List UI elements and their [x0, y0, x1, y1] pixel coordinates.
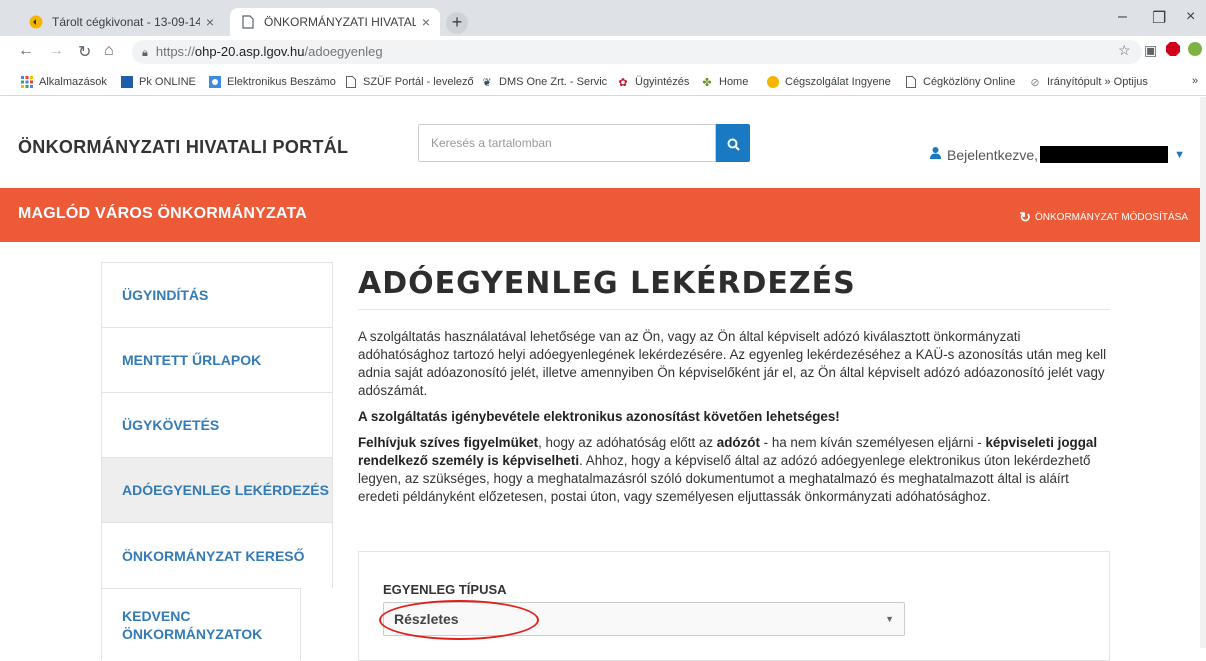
bookmark-item[interactable]: Alkalmazások: [20, 75, 107, 89]
tab-title: Tárolt cégkivonat - 13-09-141933: [52, 15, 200, 29]
municipality-bar: MAGLÓD VÁROS ÖNKORMÁNYZATA ↻ ÖNKORMÁNYZA…: [0, 188, 1206, 242]
lock-icon: 🔒︎: [142, 47, 148, 59]
page-title: ADÓEGYENLEG LEKÉRDEZÉS: [358, 266, 1110, 310]
search-button[interactable]: [716, 124, 750, 162]
search-icon: [727, 138, 740, 151]
modify-municipality-link[interactable]: ↻ ÖNKORMÁNYZAT MÓDOSÍTÁSA: [1019, 209, 1188, 226]
minimize-icon[interactable]: –: [1118, 8, 1127, 26]
window-close-icon[interactable]: ×: [1186, 8, 1195, 26]
main-content: ADÓEGYENLEG LEKÉRDEZÉS A szolgáltatás ha…: [358, 262, 1110, 506]
balance-type-label: EGYENLEG TÍPUSA: [383, 582, 507, 597]
chevron-down-icon[interactable]: ▼: [1174, 149, 1185, 161]
browser-tab-1[interactable]: Tárolt cégkivonat - 13-09-141933 ×: [18, 8, 224, 36]
bookmark-item[interactable]: ✤ Home: [700, 75, 748, 89]
page-scrollbar[interactable]: [1200, 97, 1206, 648]
bookmarks-bar: Alkalmazások Pk ONLINE Elektronikus Besz…: [0, 68, 1206, 96]
bookmark-item[interactable]: ✿ Ügyintézés: [616, 75, 689, 89]
refresh-icon: ↻: [1019, 209, 1032, 225]
extension-icon[interactable]: ▣: [1144, 42, 1157, 59]
close-icon[interactable]: ×: [422, 14, 430, 30]
bookmark-item[interactable]: Elektronikus Beszámo: [208, 75, 336, 89]
sidebar-item-mentett-urlapok[interactable]: MENTETT ŰRLAPOK: [101, 327, 333, 392]
home-icon[interactable]: ⌂: [104, 42, 114, 60]
sidebar-item-ugykovetes[interactable]: ÜGYKÖVETÉS: [101, 392, 333, 457]
page-icon: [904, 75, 918, 89]
ceg-icon: [766, 75, 780, 89]
sidebar-nav: ÜGYINDÍTÁS MENTETT ŰRLAPOK ÜGYKÖVETÉS AD…: [101, 262, 333, 660]
search-input[interactable]: Keresés a tartalomban: [418, 124, 716, 162]
logged-in-label: Bejelentkezve,: [947, 146, 1039, 163]
balance-query-form: EGYENLEG TÍPUSA Részletes ▼: [358, 551, 1110, 661]
attention-paragraph: Felhívjuk szíves figyelmüket, hogy az ad…: [358, 435, 1098, 504]
browser-tabstrip: Tárolt cégkivonat - 13-09-141933 × ÖNKOR…: [0, 0, 1206, 36]
opti-icon: ⊘: [1030, 76, 1040, 89]
browser-toolbar: ← → ↻ ⌂ 🔒︎ https://ohp-20.asp.lgov.hu/ado…: [0, 36, 1206, 68]
adblock-icon[interactable]: [1166, 42, 1180, 59]
more-bookmarks-icon[interactable]: »: [1192, 75, 1198, 87]
sidebar-item-kedvenc-onkormanyzatok[interactable]: KEDVENC ÖNKORMÁNYZATOK: [101, 588, 301, 660]
sidebar-item-ugyinditas[interactable]: ÜGYINDÍTÁS: [101, 262, 333, 327]
tab-title: ÖNKORMÁNYZATI HIVATALI POR: [264, 15, 416, 29]
sidebar-item-adoegyenleg[interactable]: ADÓEGYENLEG LEKÉRDEZÉS: [101, 457, 333, 523]
redacted-username: [1040, 146, 1169, 163]
eb-icon: [208, 75, 222, 89]
portal-header: ÖNKORMÁNYZATI HIVATALI PORTÁL Keresés a …: [0, 97, 1206, 188]
bookmark-item[interactable]: ⊘ Irányítópult » Optijus: [1028, 75, 1148, 89]
user-menu[interactable]: Bejelentkezve, ▼: [930, 146, 1185, 163]
balance-type-value: Részletes: [394, 611, 459, 627]
restore-icon[interactable]: ❐: [1152, 8, 1166, 28]
profile-avatar-icon[interactable]: [1188, 42, 1202, 59]
cegszolgalat-favicon-icon: [28, 14, 44, 30]
close-icon[interactable]: ×: [206, 14, 214, 30]
dropdown-arrow-icon: ▼: [885, 614, 894, 624]
pk-icon: [120, 75, 134, 89]
notice-paragraph: A szolgáltatás igénybevétele elektroniku…: [358, 409, 840, 424]
address-bar[interactable]: 🔒︎ https://ohp-20.asp.lgov.hu/adoegyenleg: [132, 40, 1142, 64]
balance-type-select[interactable]: Részletes ▼: [383, 602, 905, 636]
bookmark-item[interactable]: ❦ DMS One Zrt. - Servic: [480, 75, 607, 89]
bookmark-item[interactable]: SZÜF Portál - levelező: [344, 75, 474, 89]
star-icon[interactable]: ☆: [1118, 42, 1131, 59]
municipality-name: MAGLÓD VÁROS ÖNKORMÁNYZATA: [18, 205, 308, 222]
user-icon: [930, 147, 941, 162]
intro-paragraph: A szolgáltatás használatával lehetősége …: [358, 329, 1107, 398]
back-arrow-icon[interactable]: ←: [18, 42, 34, 60]
page-icon: [344, 75, 358, 89]
new-tab-button[interactable]: +: [446, 12, 468, 34]
apps-icon: [20, 75, 34, 89]
dms-icon: ❦: [482, 76, 492, 89]
bookmark-item[interactable]: Cégközlöny Online: [904, 75, 1015, 89]
ugy-icon: ✿: [618, 76, 628, 89]
page-icon: [240, 14, 256, 30]
reload-icon[interactable]: ↻: [78, 42, 91, 62]
portal-title[interactable]: ÖNKORMÁNYZATI HIVATALI PORTÁL: [18, 137, 348, 158]
bookmark-item[interactable]: Pk ONLINE: [120, 75, 196, 89]
forward-arrow-icon[interactable]: →: [48, 42, 64, 60]
browser-tab-2[interactable]: ÖNKORMÁNYZATI HIVATALI POR ×: [230, 8, 440, 36]
home-icon: ✤: [702, 76, 712, 89]
sidebar-item-onkormanyzat-kereso[interactable]: ÖNKORMÁNYZAT KERESŐ: [101, 523, 333, 588]
bookmark-item[interactable]: Cégszolgálat Ingyene: [766, 75, 891, 89]
